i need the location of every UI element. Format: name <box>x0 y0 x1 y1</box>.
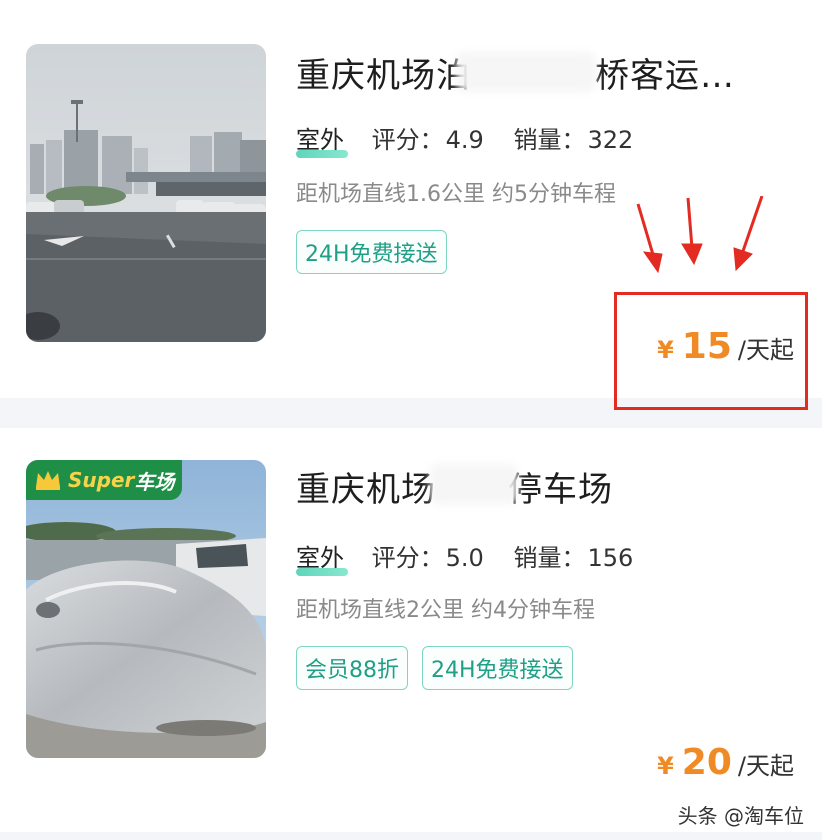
sales-label: 销量： <box>513 126 586 154</box>
shuttle-badge: 24H免费接送 <box>422 646 573 690</box>
badge-suffix: 车场 <box>134 469 175 494</box>
price-unit: /天起 <box>737 752 794 780</box>
rating-value: 4.9 <box>445 126 484 154</box>
badge-brand: Super <box>68 468 135 492</box>
listing-title[interactable]: 重庆机场泊 桥客运… <box>296 48 735 97</box>
price-value: 20 <box>681 742 732 783</box>
service-badges: 会员88折 24H免费接送 <box>296 646 573 690</box>
rating-value: 5.0 <box>445 544 484 572</box>
outdoor-tag: 室外 <box>296 126 344 154</box>
sales-value: 322 <box>587 126 634 154</box>
price-highlight-box <box>614 292 808 410</box>
super-lot-badge: Super 车场 <box>26 460 182 500</box>
service-badges: 24H免费接送 <box>296 230 447 274</box>
member-discount-badge: 会员88折 <box>296 646 408 690</box>
parking-lot-photo <box>26 44 266 342</box>
currency-symbol: ¥ <box>657 752 674 780</box>
sales-value: 156 <box>587 544 634 572</box>
shuttle-badge: 24H免费接送 <box>296 230 447 274</box>
arrow-annotation-icon <box>636 196 764 274</box>
distance-info: 距机场直线2公里 约4分钟车程 <box>296 598 595 623</box>
distance-info: 距机场直线1.6公里 约5分钟车程 <box>296 182 616 207</box>
crown-icon <box>36 471 60 490</box>
price: ¥20/天起 <box>657 742 794 783</box>
listing-title[interactable]: 重庆机场 停车场 <box>296 462 613 511</box>
watermark: 头条 @淘车位 <box>677 804 804 828</box>
parking-listing-card[interactable]: Super 车场 重庆机场 停车场 室外 评分：5.0 销量：156 距机场直线2… <box>0 428 822 832</box>
listing-meta: 室外 评分：4.9 销量：322 <box>296 120 655 155</box>
sales-label: 销量： <box>513 544 586 572</box>
rating-label: 评分： <box>371 544 444 572</box>
rating-label: 评分： <box>371 126 444 154</box>
redaction-blur <box>456 52 596 92</box>
covered-car-photo: Super 车场 <box>26 460 266 758</box>
listing-meta: 室外 评分：5.0 销量：156 <box>296 538 655 573</box>
outdoor-tag: 室外 <box>296 544 344 572</box>
redaction-blur <box>430 464 518 504</box>
